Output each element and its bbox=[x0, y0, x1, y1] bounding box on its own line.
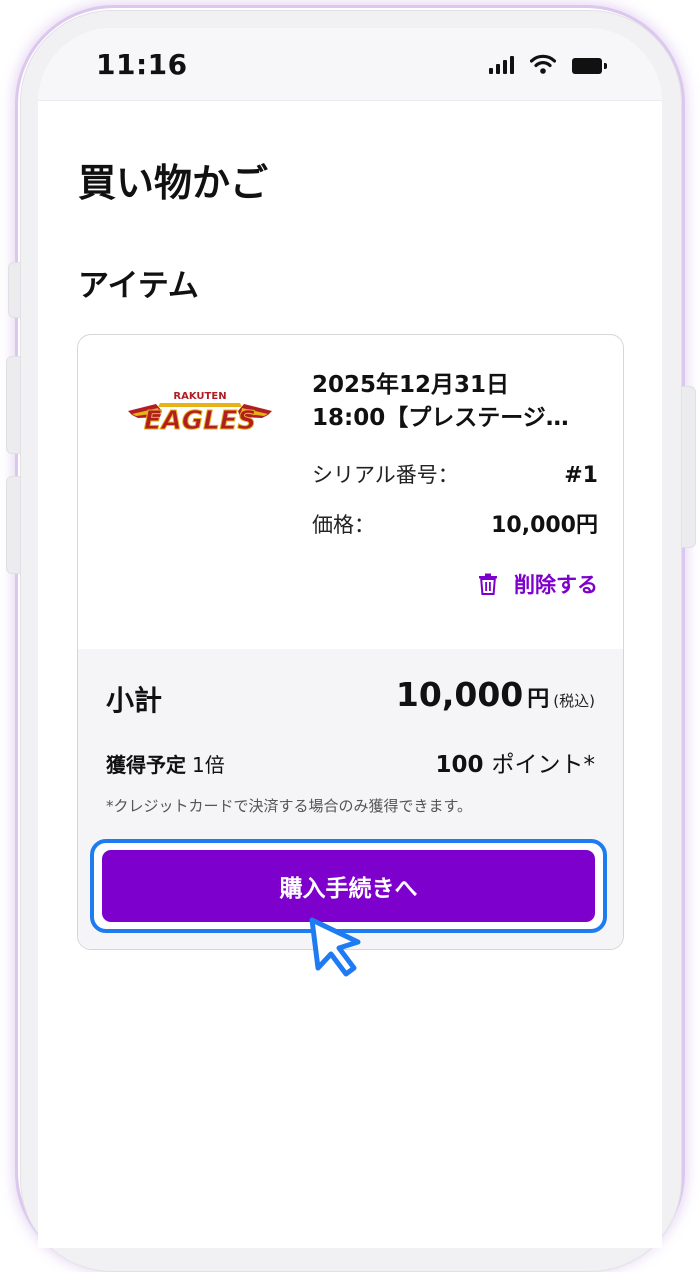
page-title: 買い物かご bbox=[78, 161, 269, 205]
serial-label: シリアル番号： bbox=[312, 463, 459, 487]
tax-note: (税込) bbox=[553, 692, 595, 710]
points-value: 100 ポイント* bbox=[435, 745, 595, 779]
serial-value: #1 bbox=[564, 463, 598, 488]
delete-button[interactable]: 削除する bbox=[478, 569, 598, 599]
points-label: 獲得予定 1倍 bbox=[106, 749, 225, 778]
price-label: 価格： bbox=[312, 513, 375, 537]
svg-text:EAGLES: EAGLES bbox=[144, 406, 256, 436]
cart-item-card: RAKUTEN EAGLES 2025年12月31日 18:00【プレステージ…… bbox=[77, 334, 624, 950]
order-summary: 小計 10,000 円 (税込) 獲得予定 1倍 100 ポイント* *クレジットカ… bbox=[78, 649, 623, 949]
pointer-cursor-icon bbox=[309, 917, 361, 977]
item-title-line2: 18:00【プレステージ… bbox=[312, 405, 569, 431]
svg-text:RAKUTEN: RAKUTEN bbox=[173, 391, 226, 402]
battery-icon bbox=[572, 58, 607, 74]
status-bar: 11:16 bbox=[38, 28, 662, 101]
delete-label: 削除する bbox=[514, 573, 598, 597]
points-multiplier: 1倍 bbox=[192, 753, 225, 777]
points-label-text: 獲得予定 bbox=[106, 753, 186, 777]
section-title: アイテム bbox=[78, 268, 199, 304]
status-icons bbox=[489, 54, 607, 74]
screen: 11:16 買い物かご アイテム RAKUTEN EAGLES 2025年12月… bbox=[38, 28, 662, 1248]
points-amount: 100 bbox=[435, 752, 484, 778]
subtotal-value: 10,000 円 (税込) bbox=[396, 675, 595, 714]
status-time: 11:16 bbox=[96, 48, 188, 81]
price-value: 10,000円 bbox=[491, 513, 598, 538]
price-row: 価格： 10,000円 bbox=[312, 507, 598, 539]
item-title[interactable]: 2025年12月31日 18:00【プレステージ… bbox=[312, 369, 602, 435]
wifi-icon bbox=[530, 54, 556, 74]
points-unit: ポイント* bbox=[491, 752, 596, 778]
item-title-line1: 2025年12月31日 bbox=[312, 372, 510, 398]
power-button bbox=[680, 386, 696, 548]
signal-icon bbox=[489, 56, 514, 74]
serial-row: シリアル番号： #1 bbox=[312, 459, 598, 489]
subtotal-currency: 円 bbox=[527, 687, 550, 712]
trash-icon bbox=[479, 573, 497, 595]
eagles-logo: RAKUTEN EAGLES bbox=[128, 391, 272, 437]
points-note: *クレジットカードで決済する場合のみ獲得できます。 bbox=[106, 797, 473, 815]
subtotal-label: 小計 bbox=[106, 684, 163, 717]
points-row: 獲得予定 1倍 100 ポイント* bbox=[106, 745, 595, 779]
subtotal-amount: 10,000 bbox=[395, 675, 524, 714]
